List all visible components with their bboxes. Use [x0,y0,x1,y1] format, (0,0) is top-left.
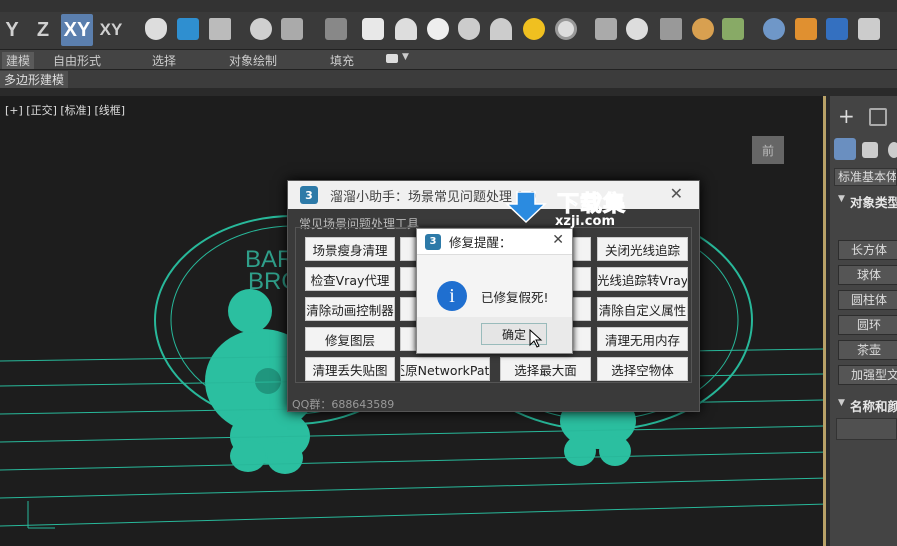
teapot-button[interactable]: 茶壶 [838,340,897,360]
tab-object-paint[interactable]: 对象绘制 [229,52,277,69]
section-name-color[interactable]: 名称和颜 [850,396,897,415]
shapes-tab-icon[interactable] [862,142,878,158]
qq-group-text: QQ群：688643589 [292,398,395,411]
modify-icon[interactable] [869,108,887,126]
ribbon-options-icon[interactable] [386,54,398,63]
category-dropdown[interactable]: 标准基本体 [834,168,897,186]
sun-icon[interactable] [523,18,545,40]
tool-button[interactable]: 关闭光线追踪 [597,237,688,261]
plane-icon[interactable] [362,18,384,40]
render-setup-icon[interactable] [281,18,303,40]
moon-icon[interactable] [626,18,648,40]
axis-xy-button[interactable]: XY [61,14,93,46]
tool-button[interactable]: 清理无用内存 [597,327,688,351]
separator [0,88,897,96]
ribbon-tabs: 建模 自由形式 选择 对象绘制 填充 ▼ [0,50,897,70]
close-icon[interactable]: ✕ [670,184,683,203]
collapse-arrow2-icon[interactable]: ▼ [838,398,845,408]
tool-button[interactable]: 光线追踪转Vray [597,267,688,291]
material-editor-icon[interactable] [177,18,199,40]
command-panel: + 标准基本体 ▼ 对象类型 长方体 球体 圆柱体 圆环 茶壶 加强型文 ▼ 名… [830,96,897,546]
tab-freeform[interactable]: 自由形式 [53,52,101,69]
info-icon: i [437,281,467,311]
pyramid-icon[interactable] [660,18,682,40]
tab-populate[interactable]: 填充 [330,52,354,69]
tool-button[interactable]: 检查Vray代理 [305,267,395,291]
create-plus-icon[interactable]: + [838,106,855,126]
tool-button[interactable]: 选择空物体 [597,357,688,381]
dots-icon[interactable] [795,18,817,40]
tool-button[interactable]: 场景瘦身清理 [305,237,395,261]
axis-z-button[interactable]: Z [30,14,56,46]
subtab-poly-modeling[interactable]: 多边形建模 [0,71,69,88]
tab-selection[interactable]: 选择 [152,52,176,69]
sphere-icon[interactable] [427,18,449,40]
mouse-cursor-icon [529,329,543,348]
modal-title: 修复提醒： [449,235,512,250]
name-field[interactable] [836,418,897,440]
render-frame-icon[interactable] [209,18,231,40]
tool-button[interactable]: 选择最大面 [500,357,591,381]
chevron-down-icon[interactable]: ▼ [402,52,409,62]
teapot-icon[interactable] [145,18,167,40]
modal-close-icon[interactable]: ✕ [552,232,564,248]
torus-button[interactable]: 圆环 [838,315,897,335]
teapot2-icon[interactable] [458,18,480,40]
tool-button[interactable]: 清除动画控制器 [305,297,395,321]
environment-icon[interactable] [555,18,577,40]
tool-button[interactable]: 清理丢失贴图 [305,357,395,381]
axis-y-button[interactable]: Y [0,14,24,46]
box-button[interactable]: 长方体 [838,240,897,260]
cylinder-button[interactable]: 圆柱体 [838,290,897,310]
particles-icon[interactable] [595,18,617,40]
geometry-tab-icon[interactable] [834,138,856,160]
image-icon[interactable] [858,18,880,40]
collapse-arrow-icon[interactable]: ▼ [838,194,845,204]
light-bulb-icon[interactable] [250,18,272,40]
modal-message: 已修复假死! [481,290,549,305]
main-toolbar: Y Z XY XY [0,0,897,50]
watermark-logo: 下载集 xzji.com [505,188,645,229]
3dsmax-icon: 3 [300,186,318,204]
tool-button[interactable]: 修复图层 [305,327,395,351]
axis-xy-alt-button[interactable]: XY [96,14,126,46]
object-icon[interactable] [826,18,848,40]
tool-button[interactable]: 还原NetworkPath [400,357,490,381]
viewcube[interactable]: 前 [752,136,784,164]
sphere-button[interactable]: 球体 [838,265,897,285]
3dsmax-small-icon: 3 [425,233,441,250]
toolbar-top-strip [0,0,897,12]
plant-icon[interactable] [722,18,744,40]
ribbon-subbar: 多边形建模 [0,70,897,88]
repair-alert-modal: 3 修复提醒： ✕ i 已修复假死! 确定 [416,228,573,354]
camera-icon[interactable] [325,18,347,40]
section-object-type[interactable]: 对象类型 [850,192,897,211]
gear-icon[interactable] [692,18,714,40]
watermark-site-url: xzji.com [555,214,615,229]
download-arrow-icon [505,191,547,224]
tab-modeling[interactable]: 建模 [2,52,35,69]
tool-button[interactable]: 清除自定义属性 [597,297,688,321]
enhanced-text-button[interactable]: 加强型文 [838,365,897,385]
dome-icon[interactable] [395,18,417,40]
modal-titlebar[interactable]: 3 修复提醒： ✕ [417,229,572,255]
lights-tab-icon[interactable] [888,142,897,158]
glass-sphere-icon[interactable] [763,18,785,40]
cone-icon[interactable] [490,18,512,40]
